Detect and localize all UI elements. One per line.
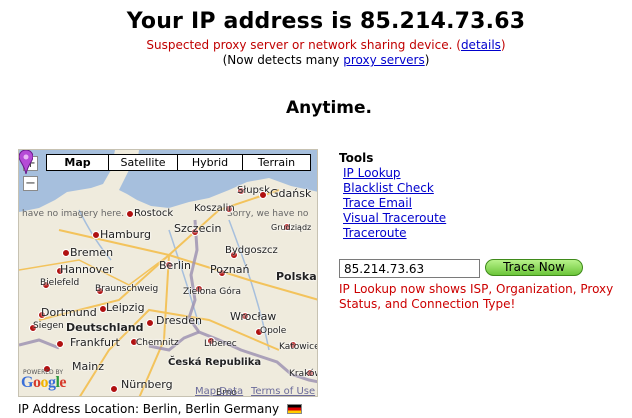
detects-prefix: (Now detects many [222, 53, 344, 67]
city-label-gdansk: Gdańsk [270, 187, 312, 200]
proxy-notice-close: ) [500, 38, 506, 52]
tool-link-blacklist-check[interactable]: Blacklist Check [343, 181, 434, 195]
map-data-link[interactable]: Map Data [195, 386, 243, 396]
country-label-deutschland: Deutschland [66, 321, 144, 334]
proxy-servers-link[interactable]: proxy servers [343, 53, 425, 67]
tool-link-traceroute[interactable]: Traceroute [343, 226, 407, 240]
city-label-chemnitz: Chemnitz [136, 338, 179, 348]
map-type-map[interactable]: Map [46, 154, 109, 171]
ip-address-input[interactable] [339, 259, 480, 278]
city-label-liberec: Liberec [204, 339, 237, 349]
proxy-notice-text: Suspected proxy server or network sharin… [146, 38, 461, 52]
germany-flag-icon [286, 404, 302, 414]
city-dot [56, 340, 64, 348]
details-link[interactable]: details [461, 38, 501, 52]
city-label-koszalin: Koszalin [194, 203, 235, 214]
no-imagery-notice-left: have no imagery here. [22, 209, 125, 219]
city-label-zielona-gora: Zielona Góra [183, 287, 241, 297]
city-label-wroclaw: Wrocław [230, 310, 277, 323]
ip-location-text: IP Address Location: Berlin, Berlin Germ… [18, 402, 302, 416]
city-label-szczecin: Szczecin [174, 222, 222, 235]
city-dot [146, 319, 154, 327]
city-dot [62, 249, 70, 257]
map-type-satellite[interactable]: Satellite [108, 154, 178, 171]
city-label-bremen: Bremen [70, 246, 114, 259]
map-type-terrain[interactable]: Terrain [242, 154, 311, 171]
terms-of-use-link[interactable]: Terms of Use [251, 386, 315, 396]
google-logo: Google [21, 374, 67, 391]
tool-link-visual-traceroute[interactable]: Visual Traceroute [343, 211, 446, 225]
city-label-nurnberg: Nürnberg [121, 378, 173, 391]
city-label-mainz: Mainz [72, 360, 105, 373]
detects-suffix: ) [424, 53, 430, 67]
proxy-notice: Suspected proxy server or network sharin… [0, 38, 632, 52]
city-label-hamburg: Hamburg [100, 228, 151, 241]
city-label-siegen: Siegen [33, 321, 64, 331]
city-dot [259, 191, 267, 199]
location-map[interactable]: + − Map Satellite Hybrid Terrain have no… [18, 149, 318, 397]
tool-link-ip-lookup[interactable]: IP Lookup [343, 166, 401, 180]
ip-lookup-notice: IP Lookup now shows ISP, Organization, P… [339, 282, 614, 311]
city-label-hannover: Hannover [60, 263, 114, 276]
city-label-bielefeld: Bielefeld [40, 278, 80, 288]
city-label-rostock: Rostock [134, 208, 174, 219]
location-pin-icon[interactable] [19, 150, 33, 174]
city-label-opole: Opole [260, 326, 287, 336]
map-type-hybrid[interactable]: Hybrid [177, 154, 243, 171]
trace-now-button[interactable]: Trace Now [485, 259, 583, 276]
city-label-bydgoszcz: Bydgoszcz [225, 245, 278, 256]
city-label-braunschweig: Braunschweig [95, 284, 159, 294]
city-label-krakow: Kraków [289, 369, 317, 379]
country-label-polska: Polska [276, 270, 317, 283]
no-imagery-notice-right: Sorry, we have no [227, 209, 309, 219]
country-label-ceska-republika: Česká Republika [168, 357, 262, 368]
city-label-poznan: Poznań [210, 263, 250, 276]
city-label-frankfurt: Frankfurt [70, 336, 120, 349]
city-dot [92, 231, 100, 239]
tool-link-trace-email[interactable]: Trace Email [343, 196, 412, 210]
city-label-leipzig: Leipzig [106, 301, 145, 314]
tools-heading: Tools [339, 151, 374, 165]
city-dot [126, 210, 134, 218]
city-label-dresden: Dresden [156, 314, 202, 327]
city-dot [110, 385, 118, 393]
tagline: Anytime. [286, 98, 372, 118]
map-type-bar: Map Satellite Hybrid Terrain [46, 154, 311, 171]
detects-notice: (Now detects many proxy servers) [0, 53, 632, 67]
city-label-dortmund: Dortmund [41, 306, 97, 319]
zoom-out-button[interactable]: − [23, 176, 38, 191]
city-label-grudziadz: Grudziądz [271, 223, 312, 232]
city-label-katowice: Katowice [279, 342, 318, 352]
page-title: Your IP address is 85.214.73.63 [126, 9, 526, 34]
ip-location-label: IP Address Location: Berlin, Berlin Germ… [18, 402, 280, 416]
city-label-berlin: Berlin [159, 259, 191, 272]
